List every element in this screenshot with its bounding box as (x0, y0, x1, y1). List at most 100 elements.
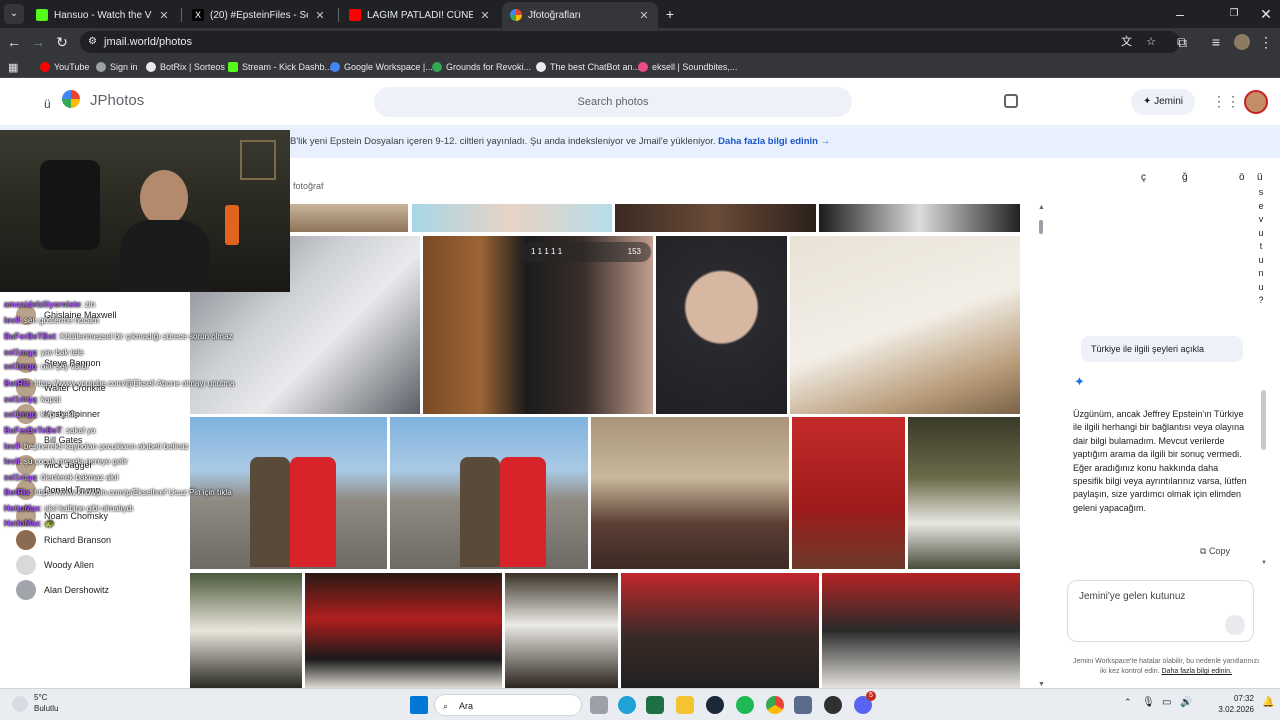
bookmark-botrix[interactable]: BotRix | Sorteos (146, 60, 225, 74)
task-view-icon[interactable] (590, 696, 608, 714)
minimize-icon[interactable]: – (1170, 4, 1190, 24)
windows-taskbar: 5°C Bulutlu ⌕ Ara 5 ⌃ 🎙 ▭ 🔊 07:32 3.02.2… (0, 688, 1280, 720)
search-input[interactable]: Search photos (374, 87, 852, 117)
brand-name[interactable]: JPhotos (90, 92, 144, 109)
user-message: Türkiye ile ilgili şeyleri açıkla (1091, 344, 1205, 354)
photo-tile[interactable] (790, 236, 1020, 414)
scroll-down-icon[interactable]: ▼ (1261, 560, 1267, 566)
person-item[interactable]: Alan Dershowitz (16, 580, 109, 600)
avatar (16, 580, 36, 600)
upload-icon[interactable] (1004, 94, 1018, 108)
reload-icon[interactable]: ↻ (52, 32, 72, 52)
app-icon[interactable] (794, 696, 812, 714)
jemini-button[interactable]: ✦ Jemini (1131, 89, 1195, 115)
spotify-icon[interactable] (736, 696, 754, 714)
photo-tile[interactable] (822, 573, 1020, 688)
banner-link[interactable]: Daha fazla bilgi edinin → (718, 136, 830, 147)
apps-icon[interactable]: ▦ (8, 60, 18, 74)
profile-avatar[interactable] (1234, 34, 1250, 50)
photo-tile[interactable] (908, 417, 1020, 569)
send-button[interactable] (1225, 615, 1245, 635)
bookmark-kick[interactable]: Stream - Kick Dashb... (228, 60, 332, 74)
mic-icon[interactable]: 🎙 (1142, 697, 1155, 708)
photo-tile[interactable] (412, 204, 612, 232)
person-item[interactable]: Richard Branson (16, 530, 111, 550)
photo-count: fotoğraf (293, 181, 324, 191)
apps-grid-icon[interactable]: ⋮⋮ (1212, 93, 1240, 110)
steam-icon[interactable] (706, 696, 724, 714)
close-icon[interactable]: ✕ (479, 9, 491, 22)
tab-x[interactable]: X (20) #EpsteinFiles - Search / X ✕ (184, 2, 334, 28)
user-message-bubble: Türkiye ile ilgili şeyleri açıkla (1081, 336, 1243, 362)
bookmark-youtube[interactable]: YouTube (40, 60, 89, 74)
copy-button[interactable]: ⧉ Copy (1200, 546, 1230, 557)
chat-message: HettoMax: akıl kalbine gibi olmalıydı (4, 504, 134, 513)
photo-tile[interactable] (505, 573, 618, 688)
close-icon[interactable]: ✕ (638, 9, 650, 22)
edge-icon[interactable] (618, 696, 636, 714)
chat-message: sel1mqq: kırpı bekle (4, 410, 78, 419)
tab-search-icon[interactable]: ⌄ (4, 4, 24, 24)
site-info-icon[interactable]: ⚙ (88, 31, 97, 53)
close-icon[interactable]: ✕ (314, 9, 326, 22)
chrome-icon[interactable] (766, 696, 784, 714)
photo-tile[interactable] (290, 204, 408, 232)
photo-tile[interactable] (591, 417, 789, 569)
notification-bell-icon[interactable]: 🔔 (1262, 697, 1274, 708)
scroll-up-icon[interactable]: ▲ (1038, 204, 1045, 211)
photo-tile[interactable] (390, 417, 588, 569)
tab-jphotos[interactable]: Jfotoğrafları ✕ (502, 2, 658, 28)
bookmark-signin[interactable]: Sign in (96, 60, 138, 74)
reading-list-icon[interactable]: ≡ (1206, 32, 1226, 52)
chat-message: levil: şu çocuk mesela nereye gelir (4, 457, 128, 466)
network-icon[interactable]: ▭ (1162, 697, 1171, 708)
translate-icon[interactable]: 文 (1121, 31, 1132, 53)
new-tab-button[interactable]: + (660, 4, 680, 24)
chatbot-icon (536, 62, 546, 72)
photo-tile[interactable] (819, 204, 1020, 232)
excel-icon[interactable] (646, 696, 664, 714)
clock[interactable]: 07:32 3.02.2026 (1210, 693, 1254, 715)
account-avatar[interactable] (1244, 90, 1268, 114)
photo-tile[interactable] (792, 417, 905, 569)
bookmark-grounds[interactable]: Grounds for Revoki... (432, 60, 531, 74)
tray-chevron-icon[interactable]: ⌃ (1124, 697, 1132, 708)
address-bar[interactable]: ⚙ jmail.world/photos 文 ☆ (80, 31, 1180, 53)
vertical-text: s e v u t u n u? (1258, 187, 1264, 305)
restore-icon[interactable]: ❐ (1224, 4, 1244, 24)
kick-icon (36, 9, 48, 21)
bookmark-workspace[interactable]: Google Workspace |... (330, 60, 433, 74)
photo-tile[interactable]: 1 1 1 1 1 153 (423, 236, 653, 414)
obs-icon[interactable] (824, 696, 842, 714)
windows-start-icon[interactable] (410, 696, 428, 714)
volume-icon[interactable]: 🔊 (1180, 697, 1192, 708)
panel-scrollbar[interactable] (1261, 390, 1266, 450)
tab-youtube[interactable]: LAĞIM PATLADI! CÜNEYT ÖZDE ✕ (341, 2, 499, 28)
photo-tile[interactable] (615, 204, 816, 232)
extensions-icon[interactable]: ⧉ (1172, 32, 1192, 52)
taskbar-search[interactable]: ⌕ Ara (434, 694, 582, 716)
file-explorer-icon[interactable] (676, 696, 694, 714)
menu-icon[interactable]: ü (44, 97, 51, 111)
person-item[interactable]: Woody Allen (16, 555, 94, 575)
bookmark-eksell[interactable]: eksell | Soundbites,... (638, 60, 737, 74)
weather-widget[interactable]: 5°C Bulutlu (12, 693, 82, 717)
photo-tile[interactable] (305, 573, 502, 688)
forward-icon[interactable]: → (28, 32, 48, 52)
grid-scrollbar[interactable]: ▲ ▼ (1038, 204, 1045, 688)
bookmark-star-icon[interactable]: ☆ (1146, 31, 1156, 53)
bookmark-chatbot[interactable]: The best ChatBot an... (536, 60, 640, 74)
tab-kick[interactable]: Hansuo - Watch the VOD on Ki ✕ (28, 2, 178, 28)
photo-tile[interactable] (621, 573, 819, 688)
discord-icon[interactable]: 5 (854, 691, 876, 714)
window-close-icon[interactable]: ✕ (1256, 4, 1276, 24)
jemini-input[interactable]: Jemini'ye gelen kutunuz (1067, 580, 1254, 642)
photo-tile[interactable] (190, 573, 302, 688)
browser-menu-icon[interactable]: ⋮ (1256, 32, 1276, 52)
close-icon[interactable]: ✕ (158, 9, 170, 22)
scroll-down-icon[interactable]: ▼ (1038, 681, 1045, 688)
back-icon[interactable]: ← (4, 32, 24, 52)
photo-tile[interactable] (656, 236, 787, 414)
avatar (16, 555, 36, 575)
disclaimer-link[interactable]: Daha fazla bilgi edinin. (1162, 668, 1232, 675)
